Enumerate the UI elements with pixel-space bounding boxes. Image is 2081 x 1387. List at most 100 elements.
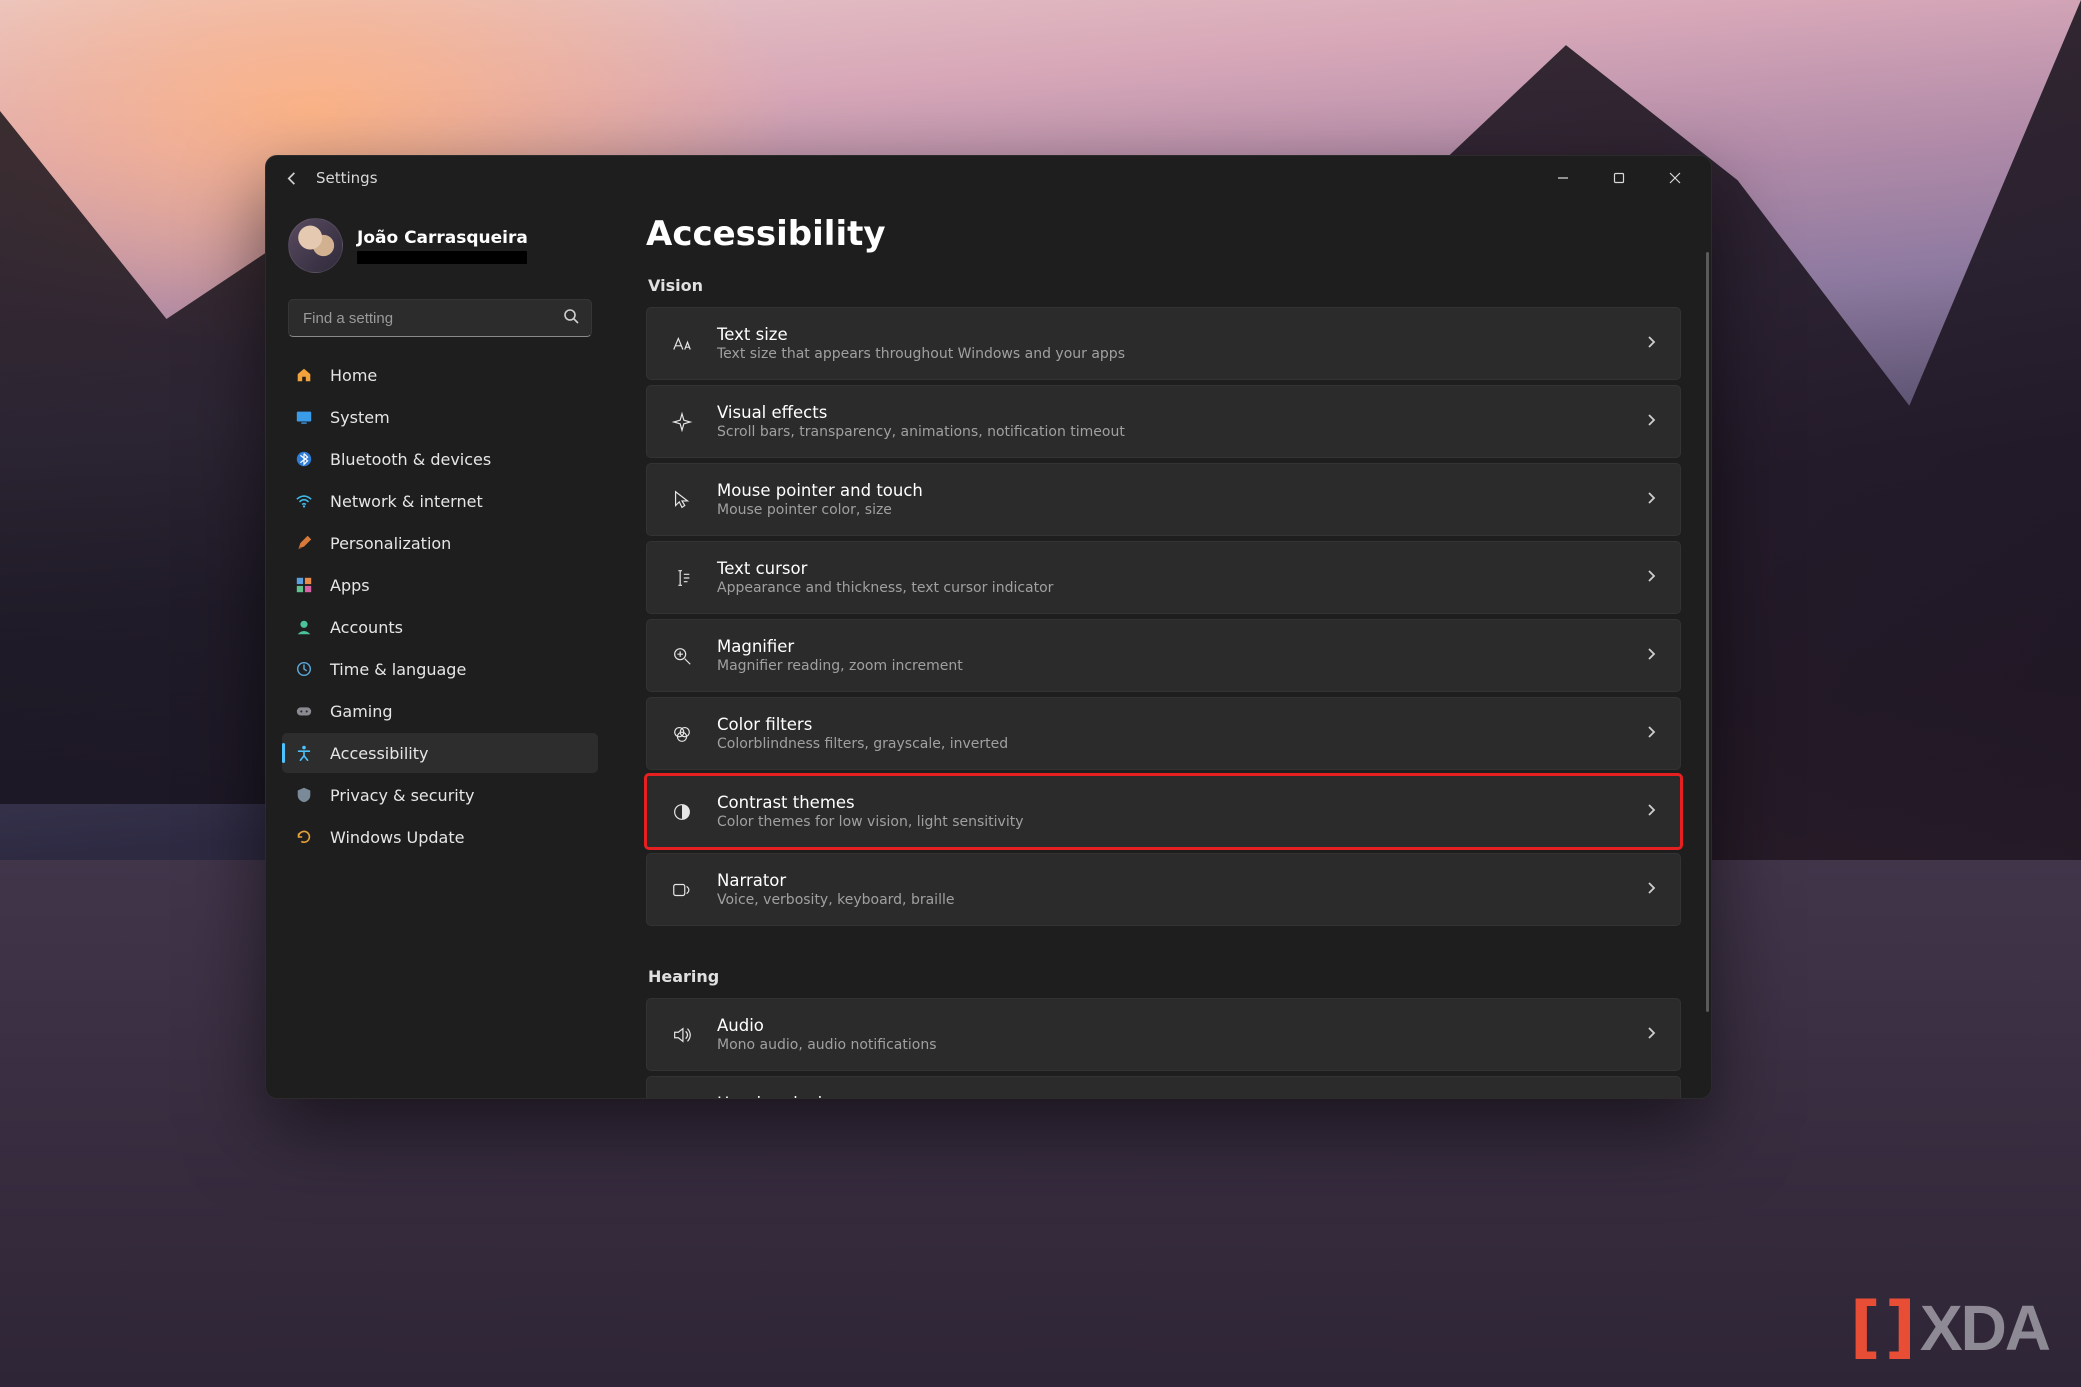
color-filter-icon	[669, 723, 695, 745]
sidebar-item-personalization[interactable]: Personalization	[282, 523, 598, 563]
card-title: Contrast themes	[717, 793, 1024, 812]
search-box[interactable]	[288, 299, 592, 337]
sidebar-item-label: Windows Update	[330, 828, 464, 847]
card-title: Hearing devices	[717, 1094, 1068, 1098]
card-text-size[interactable]: Text size Text size that appears througho…	[646, 307, 1681, 380]
chevron-right-icon	[1644, 724, 1658, 743]
card-title: Magnifier	[717, 637, 963, 656]
card-title: Visual effects	[717, 403, 1125, 422]
narrator-icon	[669, 879, 695, 901]
paintbrush-icon	[294, 533, 314, 553]
maximize-icon	[1613, 172, 1625, 184]
sidebar-item-time[interactable]: Time & language	[282, 649, 598, 689]
sidebar-item-apps[interactable]: Apps	[282, 565, 598, 605]
profile-name: João Carrasqueira	[357, 228, 528, 248]
card-mouse-pointer[interactable]: Mouse pointer and touch Mouse pointer col…	[646, 463, 1681, 536]
sidebar-item-privacy[interactable]: Privacy & security	[282, 775, 598, 815]
card-subtitle: Mouse pointer color, size	[717, 502, 923, 518]
profile-subtext-redacted	[357, 251, 527, 264]
back-button[interactable]	[274, 160, 310, 196]
card-text-cursor[interactable]: Text cursor Appearance and thickness, tex…	[646, 541, 1681, 614]
chevron-right-icon	[1644, 412, 1658, 431]
card-narrator[interactable]: Narrator Voice, verbosity, keyboard, brai…	[646, 853, 1681, 926]
card-subtitle: Magnifier reading, zoom increment	[717, 658, 963, 674]
card-subtitle: Scroll bars, transparency, animations, n…	[717, 424, 1125, 440]
desktop-wallpaper: Settings João Carrasqueira	[0, 0, 2081, 1387]
card-subtitle: Text size that appears throughout Window…	[717, 346, 1125, 362]
sidebar-item-accessibility[interactable]: Accessibility	[282, 733, 598, 773]
minimize-button[interactable]	[1535, 158, 1591, 198]
chevron-right-icon	[1644, 568, 1658, 587]
card-subtitle: Colorblindness filters, grayscale, inver…	[717, 736, 1008, 752]
sidebar-item-gaming[interactable]: Gaming	[282, 691, 598, 731]
sidebar-item-update[interactable]: Windows Update	[282, 817, 598, 857]
sparkle-icon	[669, 411, 695, 433]
chevron-right-icon	[1644, 802, 1658, 821]
card-audio[interactable]: Audio Mono audio, audio notifications	[646, 998, 1681, 1071]
close-icon	[1669, 172, 1681, 184]
sidebar-item-label: Bluetooth & devices	[330, 450, 491, 469]
card-contrast-themes[interactable]: Contrast themes Color themes for low visi…	[646, 775, 1681, 848]
sidebar-item-label: Time & language	[330, 660, 466, 679]
sidebar-item-label: Home	[330, 366, 377, 385]
arrow-left-icon	[285, 171, 300, 186]
card-subtitle: Color themes for low vision, light sensi…	[717, 814, 1024, 830]
content-pane: Accessibility Vision Text sizeText size …	[606, 200, 1711, 1098]
search-input[interactable]	[303, 310, 551, 327]
sidebar-item-system[interactable]: System	[282, 397, 598, 437]
cursor-icon	[669, 489, 695, 511]
profile-block[interactable]: João Carrasqueira	[282, 210, 598, 287]
card-title: Text size	[717, 325, 1125, 344]
sidebar-item-accounts[interactable]: Accounts	[282, 607, 598, 647]
minimize-icon	[1557, 172, 1569, 184]
gamepad-icon	[294, 701, 314, 721]
page-title: Accessibility	[646, 214, 1681, 254]
card-hearing-devices[interactable]: Hearing devicesPresets, environment soun…	[646, 1076, 1681, 1098]
person-icon	[294, 617, 314, 637]
speaker-icon	[669, 1024, 695, 1046]
card-subtitle: Voice, verbosity, keyboard, braille	[717, 892, 954, 908]
card-title: Color filters	[717, 715, 1008, 734]
sidebar-item-home[interactable]: Home	[282, 355, 598, 395]
sidebar-item-label: Network & internet	[330, 492, 483, 511]
settings-window: Settings João Carrasqueira	[265, 155, 1712, 1099]
card-magnifier[interactable]: Magnifier Magnifier reading, zoom increme…	[646, 619, 1681, 692]
clock-globe-icon	[294, 659, 314, 679]
sidebar-item-label: Privacy & security	[330, 786, 474, 805]
chevron-right-icon	[1644, 1025, 1658, 1044]
card-title: Text cursor	[717, 559, 1053, 578]
system-icon	[294, 407, 314, 427]
shield-icon	[294, 785, 314, 805]
apps-icon	[294, 575, 314, 595]
maximize-button[interactable]	[1591, 158, 1647, 198]
close-button[interactable]	[1647, 158, 1703, 198]
card-color-filters[interactable]: Color filters Colorblindness filters, gra…	[646, 697, 1681, 770]
sidebar-item-label: Gaming	[330, 702, 393, 721]
avatar	[288, 218, 343, 273]
chevron-right-icon	[1644, 490, 1658, 509]
card-subtitle: Mono audio, audio notifications	[717, 1037, 937, 1053]
chevron-right-icon	[1644, 334, 1658, 353]
card-subtitle: Appearance and thickness, text cursor in…	[717, 580, 1053, 596]
card-title: Audio	[717, 1016, 937, 1035]
contrast-icon	[669, 801, 695, 823]
nav-list: Home System Bluetooth & devices Network …	[282, 355, 598, 857]
search-icon	[563, 308, 579, 328]
sidebar-item-label: System	[330, 408, 390, 427]
sidebar-item-label: Apps	[330, 576, 370, 595]
text-size-icon	[669, 333, 695, 355]
sidebar-item-bluetooth[interactable]: Bluetooth & devices	[282, 439, 598, 479]
wifi-icon	[294, 491, 314, 511]
sidebar-item-label: Accessibility	[330, 744, 428, 763]
sidebar-item-label: Personalization	[330, 534, 451, 553]
content-scrollbar[interactable]	[1706, 252, 1709, 1012]
card-visual-effects[interactable]: Visual effects Scroll bars, transparency,…	[646, 385, 1681, 458]
accessibility-icon	[294, 743, 314, 763]
card-title: Mouse pointer and touch	[717, 481, 923, 500]
home-icon	[294, 365, 314, 385]
card-title: Narrator	[717, 871, 954, 890]
window-body: João Carrasqueira Home	[266, 200, 1711, 1098]
sidebar-item-network[interactable]: Network & internet	[282, 481, 598, 521]
update-icon	[294, 827, 314, 847]
section-hearing-label: Hearing	[648, 967, 1681, 986]
